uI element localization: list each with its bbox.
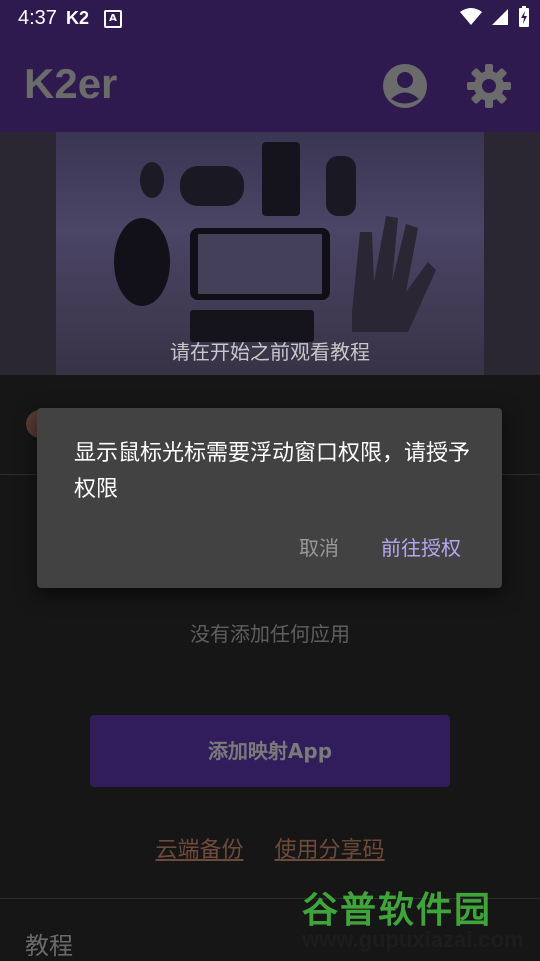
account-icon	[383, 64, 427, 108]
wifi-icon	[460, 8, 482, 25]
dialog-message: 显示鼠标光标需要浮动窗口权限，请授予权限	[74, 441, 471, 502]
status-time: 4:37	[18, 7, 57, 29]
tutorial-banner[interactable]: 请在开始之前观看教程	[0, 132, 540, 375]
banner-caption: 请在开始之前观看教程	[170, 340, 370, 364]
site-watermark: 谷普软件园 www.gupuxiazai.com	[296, 875, 540, 960]
links-row: 云端备份 使用分享码	[0, 832, 540, 864]
app-title: K2er	[24, 60, 118, 107]
app-bar: K2er	[0, 36, 540, 132]
go-authorize-button[interactable]: 前往授权	[381, 532, 461, 561]
status-icons	[460, 6, 530, 28]
account-button[interactable]	[381, 62, 429, 110]
battery-icon	[519, 6, 529, 27]
watermark-url: www.gupuxiazai.com	[302, 927, 524, 952]
permission-dialog: 显示鼠标光标需要浮动窗口权限，请授予权限 取消 前往授权	[37, 408, 502, 588]
cancel-button[interactable]: 取消	[299, 532, 339, 561]
empty-apps-text: 没有添加任何应用	[190, 622, 350, 646]
use-share-code-link[interactable]: 使用分享码	[275, 838, 385, 863]
settings-button[interactable]	[465, 62, 513, 110]
tutorial-section-title: 教程	[25, 932, 73, 960]
cloud-backup-link[interactable]: 云端备份	[155, 838, 243, 863]
gear-icon	[467, 64, 511, 108]
watermark-brand: 谷普软件园	[302, 890, 493, 931]
a-notification-icon: A	[104, 10, 122, 28]
app-notification-badge: K2	[66, 8, 90, 28]
add-mapping-app-button[interactable]: 添加映射App	[90, 715, 450, 787]
signal-icon	[492, 9, 508, 25]
status-bar: 4:37 K2 A	[0, 0, 540, 36]
